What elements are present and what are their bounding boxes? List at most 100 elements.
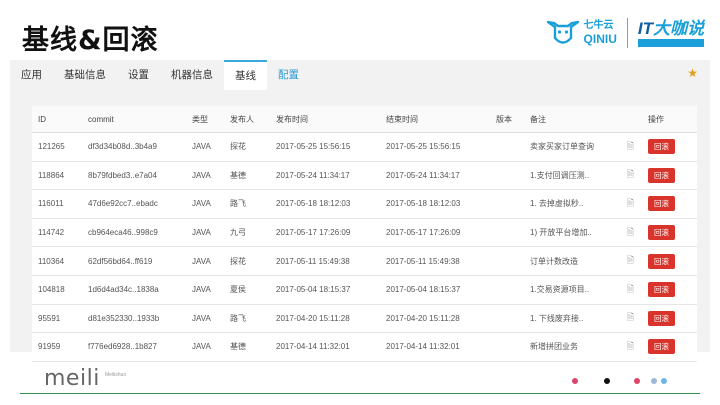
tab-basic-info[interactable]: 基础信息 [53, 60, 117, 90]
cell-id: 114742 [32, 218, 82, 248]
cell-publisher: 路飞 [224, 304, 270, 334]
header-id: ID [32, 106, 82, 133]
cell-action: 回滚 [642, 189, 697, 219]
logo-divider [626, 18, 628, 48]
cell-id: 104818 [32, 275, 82, 305]
cell-type: JAVA [186, 132, 224, 162]
cell-action: 回滚 [642, 218, 697, 248]
cell-publisher: 夏侯 [224, 275, 270, 305]
tab-baseline[interactable]: 基线 [224, 60, 267, 92]
cell-publisher: 探花 [224, 132, 270, 162]
table-header-row: ID commit 类型 发布人 发布时间 结束时间 版本 备注 操作 [32, 106, 697, 133]
cell-commit: d81e352330..1933b [82, 304, 186, 334]
cell-end: 2017-04-20 15:11:28 [380, 304, 490, 334]
tab-app[interactable]: 应用 [10, 60, 53, 90]
cell-commit: df3d34b08d..3b4a9 [82, 132, 186, 162]
header-end-time: 结束时间 [380, 106, 490, 133]
document-icon[interactable]: 🗎 [627, 339, 634, 355]
cell-action: 回滚 [642, 161, 697, 191]
table-row: 118864 8b79fdbed3..e7a04 JAVA 基德 2017-05-24 … [32, 161, 697, 191]
rollback-button[interactable]: 回滚 [648, 310, 675, 326]
cell-end: 2017-05-18 18:12:03 [380, 189, 490, 219]
header-publish-time: 发布时间 [270, 106, 380, 133]
cell-start: 2017-05-04 18:15:37 [270, 275, 380, 305]
cell-start: 2017-05-25 15:56:15 [270, 132, 380, 162]
cell-publisher: 九弓 [224, 218, 270, 248]
table-row: 91959 f776ed6928..1b827 JAVA 基德 2017-04-14 1… [32, 332, 697, 362]
table-row: 116011 47d6e92cc7..ebadc JAVA 路飞 2017-05-18 … [32, 189, 697, 219]
cell-action: 回滚 [642, 246, 697, 276]
app-panel: 应用 基础信息 设置 机器信息 基线 配置 ★ ID commit 类型 发布人… [10, 60, 710, 362]
rollback-button[interactable]: 回滚 [648, 339, 675, 355]
document-icon[interactable]: 🗎 [627, 225, 634, 241]
rollback-button[interactable]: 回滚 [648, 196, 675, 212]
cell-note: 1) 开放平台增加.. 🗎 [524, 218, 642, 248]
nav-dot [651, 378, 657, 384]
note-text: 新增拼团业务 [530, 342, 578, 352]
cell-start: 2017-05-17 17:26:09 [270, 218, 380, 248]
table-row: 95591 d81e352330..1933b JAVA 路飞 2017-04-20 1… [32, 304, 697, 334]
header-publisher: 发布人 [224, 106, 270, 133]
cell-note: 1.支付回调压测.. 🗎 [524, 161, 642, 191]
qiniu-logo: 七牛云 QINIU [546, 18, 617, 48]
cell-note: 1. 下线废弃接.. 🗎 [524, 304, 642, 334]
cell-start: 2017-05-11 15:49:38 [270, 246, 380, 276]
cell-action: 回滚 [642, 304, 697, 334]
rollback-button[interactable]: 回滚 [648, 253, 675, 269]
cell-version [490, 246, 524, 276]
partner-logos: 七牛云 QINIU IT大咖说 [546, 14, 704, 52]
slide-title: 基线&回滚 [22, 25, 159, 56]
star-icon[interactable]: ★ [687, 66, 698, 80]
cell-version [490, 304, 524, 334]
rollback-button[interactable]: 回滚 [648, 282, 675, 298]
cell-commit: f776ed6928..1b827 [82, 332, 186, 362]
meili-logo: meili [44, 366, 100, 391]
document-icon[interactable]: 🗎 [627, 139, 634, 155]
cell-action: 回滚 [642, 332, 697, 362]
cell-id: 118864 [32, 161, 82, 191]
cell-type: JAVA [186, 332, 224, 362]
cell-publisher: 探花 [224, 246, 270, 276]
cell-type: JAVA [186, 275, 224, 305]
cell-id: 110364 [32, 246, 82, 276]
document-icon[interactable]: 🗎 [627, 282, 634, 298]
header-action: 操作 [642, 106, 697, 133]
cell-end: 2017-05-25 15:56:15 [380, 132, 490, 162]
nav-dot [572, 378, 578, 384]
document-icon[interactable]: 🗎 [627, 253, 634, 269]
cell-commit: 62df56bd64..ff619 [82, 246, 186, 276]
document-icon[interactable]: 🗎 [627, 310, 634, 326]
cell-type: JAVA [186, 246, 224, 276]
cell-end: 2017-04-14 11:32:01 [380, 332, 490, 362]
cell-commit: 47d6e92cc7..ebadc [82, 189, 186, 219]
tab-config[interactable]: 配置 [267, 60, 310, 90]
document-icon[interactable]: 🗎 [627, 167, 634, 183]
cell-end: 2017-05-24 11:34:17 [380, 161, 490, 191]
cell-publisher: 基德 [224, 332, 270, 362]
tab-machine-info[interactable]: 机器信息 [160, 60, 224, 90]
cell-end: 2017-05-11 15:49:38 [380, 246, 490, 276]
tab-bar: 应用 基础信息 设置 机器信息 基线 配置 [10, 60, 310, 92]
cell-start: 2017-04-20 15:11:28 [270, 304, 380, 334]
qiniu-cn-text: 七牛云 [583, 20, 614, 31]
note-text: 1. 下线废弃接.. [530, 313, 584, 323]
header-version: 版本 [490, 106, 524, 133]
cell-publisher: 基德 [224, 161, 270, 191]
cell-note: 新增拼团业务 🗎 [524, 332, 642, 362]
table-row: 110364 62df56bd64..ff619 JAVA 探花 2017-05-11 … [32, 246, 697, 276]
rollback-button[interactable]: 回滚 [648, 139, 675, 155]
itdk-cn-text: 大咖说 [653, 18, 704, 38]
tab-settings[interactable]: 设置 [117, 60, 160, 90]
cell-note: 卖家买家订单查询 🗎 [524, 132, 642, 162]
cell-commit: cb964eca46..998c9 [82, 218, 186, 248]
nav-dot [661, 378, 667, 384]
rollback-button[interactable]: 回滚 [648, 225, 675, 241]
cell-id: 91959 [32, 332, 82, 362]
cell-start: 2017-05-18 18:12:03 [270, 189, 380, 219]
footer-divider [20, 393, 700, 394]
itdk-it-text: IT [637, 18, 653, 38]
itdk-logo: IT大咖说 [637, 18, 704, 47]
rollback-button[interactable]: 回滚 [648, 167, 675, 183]
document-icon[interactable]: 🗎 [627, 196, 634, 212]
note-text: 卖家买家订单查询 [530, 142, 594, 152]
